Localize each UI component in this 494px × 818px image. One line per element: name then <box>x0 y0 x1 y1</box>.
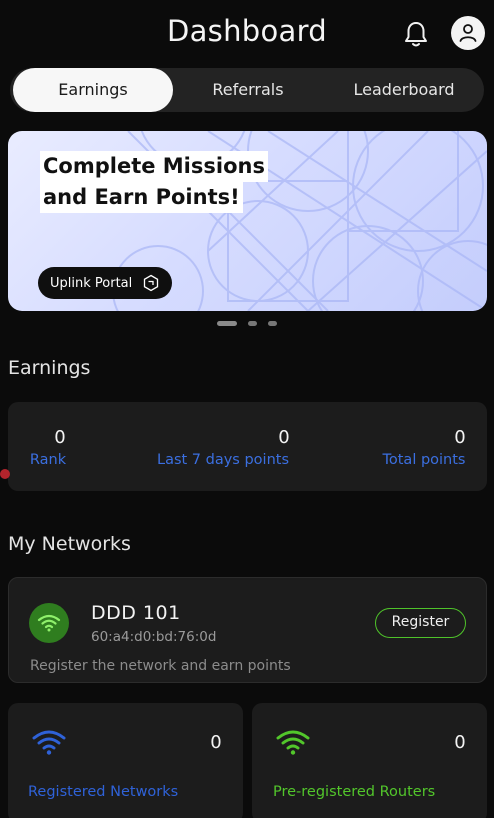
uplink-portal-label: Uplink Portal <box>50 275 133 291</box>
pre-registered-routers-card[interactable] <box>252 703 487 818</box>
banner-headline: Complete Missions and Earn Points! <box>40 151 268 213</box>
tab-earnings[interactable]: Earnings <box>13 68 173 112</box>
total-points-value: 0 <box>454 427 466 448</box>
carousel-dot[interactable] <box>268 321 277 326</box>
wifi-icon <box>276 730 310 755</box>
earnings-section-title: Earnings <box>8 357 91 379</box>
register-button[interactable]: Register <box>375 608 466 638</box>
last-7-days-value: 0 <box>278 427 290 448</box>
carousel-indicator <box>0 321 494 327</box>
networks-section-title: My Networks <box>8 533 131 555</box>
registered-networks-label: Registered Networks <box>28 784 179 800</box>
total-points-label: Total points <box>382 452 466 468</box>
network-mac-address: 60:a4:d0:bd:76:0d <box>91 629 217 645</box>
status-indicator-dot <box>0 469 10 479</box>
tab-bar: Earnings Referrals Leaderboard <box>10 68 484 112</box>
pre-registered-routers-value: 0 <box>454 732 466 753</box>
pre-registered-routers-label: Pre-registered Routers <box>273 784 436 800</box>
rank-value: 0 <box>54 427 66 448</box>
portal-arrow-icon <box>144 274 159 292</box>
last-7-days-label: Last 7 days points <box>156 452 289 468</box>
carousel-dot-active[interactable] <box>217 321 237 326</box>
register-hint: Register the network and earn points <box>30 658 291 674</box>
network-name: DDD 101 <box>91 602 181 624</box>
wifi-icon <box>37 614 61 632</box>
registered-networks-card[interactable] <box>8 703 243 818</box>
headline-line-2: and Earn Points! <box>40 182 243 213</box>
headline-line-1: Complete Missions <box>40 151 268 182</box>
bell-icon[interactable] <box>400 18 432 50</box>
registered-networks-value: 0 <box>210 732 222 753</box>
rank-label: Rank <box>29 452 67 468</box>
wifi-icon <box>32 730 66 755</box>
network-status-badge <box>29 603 69 643</box>
tab-referrals[interactable]: Referrals <box>178 68 318 112</box>
tab-leaderboard[interactable]: Leaderboard <box>330 68 478 112</box>
uplink-portal-button[interactable]: Uplink Portal <box>38 267 173 299</box>
user-icon <box>459 24 477 42</box>
header: Dashboard <box>0 0 494 68</box>
promo-banner[interactable]: Complete Missions and Earn Points! Uplin… <box>8 131 487 311</box>
avatar[interactable] <box>451 16 485 50</box>
carousel-dot[interactable] <box>248 321 257 326</box>
